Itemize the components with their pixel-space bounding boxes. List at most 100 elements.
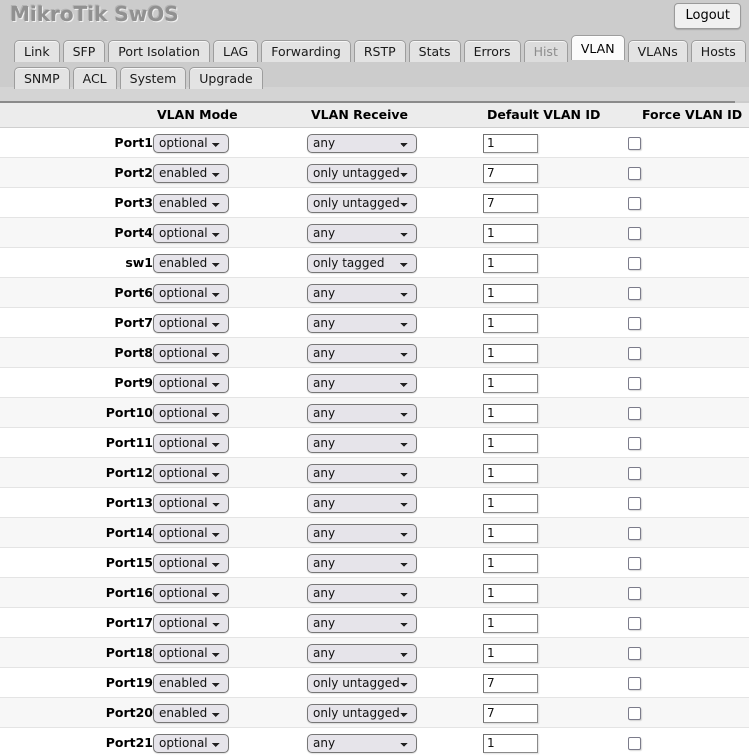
vlan-receive-select[interactable]: anyonly taggedonly untagged bbox=[307, 283, 417, 303]
tab-upgrade[interactable]: Upgrade bbox=[189, 67, 263, 89]
vlan-mode-select[interactable]: disabledoptionalenabledstrict bbox=[153, 373, 229, 393]
default-vlan-id-input[interactable] bbox=[483, 133, 538, 153]
vlan-receive-select[interactable]: anyonly taggedonly untagged bbox=[307, 433, 417, 453]
vlan-receive-select[interactable]: anyonly taggedonly untagged bbox=[307, 403, 417, 423]
vlan-mode-select[interactable]: disabledoptionalenabledstrict bbox=[153, 703, 229, 723]
force-vlan-id-checkbox[interactable] bbox=[628, 466, 641, 480]
force-vlan-id-checkbox[interactable] bbox=[628, 736, 641, 750]
vlan-mode-select[interactable]: disabledoptionalenabledstrict bbox=[153, 193, 229, 213]
force-vlan-id-checkbox[interactable] bbox=[628, 376, 641, 390]
tab-rstp[interactable]: RSTP bbox=[353, 40, 406, 62]
vlan-mode-select[interactable]: disabledoptionalenabledstrict bbox=[153, 523, 229, 543]
vlan-mode-select[interactable]: disabledoptionalenabledstrict bbox=[153, 433, 229, 453]
tab-errors[interactable]: Errors bbox=[463, 40, 521, 62]
default-vlan-id-input[interactable] bbox=[483, 463, 538, 483]
default-vlan-id-input[interactable] bbox=[483, 373, 538, 393]
force-vlan-id-checkbox[interactable] bbox=[628, 256, 641, 270]
vlan-receive-select[interactable]: anyonly taggedonly untagged bbox=[307, 643, 417, 663]
default-vlan-id-input[interactable] bbox=[483, 313, 538, 333]
force-vlan-id-checkbox[interactable] bbox=[628, 196, 641, 210]
vlan-mode-select[interactable]: disabledoptionalenabledstrict bbox=[153, 553, 229, 573]
vlan-receive-select[interactable]: anyonly taggedonly untagged bbox=[307, 733, 417, 753]
force-vlan-id-checkbox[interactable] bbox=[628, 706, 641, 720]
default-vlan-id-input[interactable] bbox=[483, 163, 538, 183]
vlan-receive-select[interactable]: anyonly taggedonly untagged bbox=[307, 523, 417, 543]
vlan-mode-select[interactable]: disabledoptionalenabledstrict bbox=[153, 673, 229, 693]
tab-vlan[interactable]: VLAN bbox=[570, 35, 625, 60]
default-vlan-id-input[interactable] bbox=[483, 433, 538, 453]
force-vlan-id-checkbox[interactable] bbox=[628, 526, 641, 540]
force-vlan-id-checkbox[interactable] bbox=[628, 346, 641, 360]
vlan-receive-select[interactable]: anyonly taggedonly untagged bbox=[307, 313, 417, 333]
vlan-receive-select[interactable]: anyonly taggedonly untagged bbox=[307, 493, 417, 513]
default-vlan-id-input[interactable] bbox=[483, 583, 538, 603]
vlan-receive-select[interactable]: anyonly taggedonly untagged bbox=[307, 553, 417, 573]
vlan-receive-select[interactable]: anyonly taggedonly untagged bbox=[307, 223, 417, 243]
vlan-mode-select[interactable]: disabledoptionalenabledstrict bbox=[153, 463, 229, 483]
default-vlan-id-input[interactable] bbox=[483, 193, 538, 213]
default-vlan-id-input[interactable] bbox=[483, 703, 538, 723]
vlan-mode-select[interactable]: disabledoptionalenabledstrict bbox=[153, 493, 229, 513]
tab-lag[interactable]: LAG bbox=[212, 40, 259, 62]
force-vlan-id-checkbox[interactable] bbox=[628, 226, 641, 240]
vlan-receive-select[interactable]: anyonly taggedonly untagged bbox=[307, 253, 417, 273]
force-vlan-id-checkbox[interactable] bbox=[628, 286, 641, 300]
default-vlan-id-input[interactable] bbox=[483, 223, 538, 243]
default-vlan-id-input[interactable] bbox=[483, 523, 538, 543]
vlan-receive-select[interactable]: anyonly taggedonly untagged bbox=[307, 583, 417, 603]
default-vlan-id-input[interactable] bbox=[483, 613, 538, 633]
default-vlan-id-input[interactable] bbox=[483, 553, 538, 573]
force-vlan-id-checkbox[interactable] bbox=[628, 316, 641, 330]
vlan-receive-select[interactable]: anyonly taggedonly untagged bbox=[307, 133, 417, 153]
tab-snmp[interactable]: SNMP bbox=[14, 67, 70, 89]
vlan-receive-select[interactable]: anyonly taggedonly untagged bbox=[307, 373, 417, 393]
vlan-mode-select[interactable]: disabledoptionalenabledstrict bbox=[153, 583, 229, 603]
default-vlan-id-input[interactable] bbox=[483, 343, 538, 363]
vlan-mode-select[interactable]: disabledoptionalenabledstrict bbox=[153, 133, 229, 153]
force-vlan-id-checkbox[interactable] bbox=[628, 166, 641, 180]
tab-stats[interactable]: Stats bbox=[408, 40, 461, 62]
vlan-receive-select[interactable]: anyonly taggedonly untagged bbox=[307, 163, 417, 183]
force-vlan-id-checkbox[interactable] bbox=[628, 616, 641, 630]
force-vlan-id-checkbox[interactable] bbox=[628, 406, 641, 420]
vlan-mode-select[interactable]: disabledoptionalenabledstrict bbox=[153, 313, 229, 333]
tab-hist[interactable]: Hist bbox=[523, 40, 568, 62]
default-vlan-id-input[interactable] bbox=[483, 643, 538, 663]
tab-system[interactable]: System bbox=[119, 67, 187, 89]
force-vlan-id-checkbox[interactable] bbox=[628, 136, 641, 150]
vlan-receive-select[interactable]: anyonly taggedonly untagged bbox=[307, 463, 417, 483]
vlan-mode-select[interactable]: disabledoptionalenabledstrict bbox=[153, 733, 229, 753]
force-vlan-id-checkbox[interactable] bbox=[628, 496, 641, 510]
vlan-receive-select[interactable]: anyonly taggedonly untagged bbox=[307, 703, 417, 723]
default-vlan-id-input[interactable] bbox=[483, 403, 538, 423]
vlan-mode-select[interactable]: disabledoptionalenabledstrict bbox=[153, 643, 229, 663]
vlan-mode-select[interactable]: disabledoptionalenabledstrict bbox=[153, 163, 229, 183]
force-vlan-id-checkbox[interactable] bbox=[628, 676, 641, 690]
default-vlan-id-input[interactable] bbox=[483, 673, 538, 693]
default-vlan-id-input[interactable] bbox=[483, 493, 538, 513]
force-vlan-id-checkbox[interactable] bbox=[628, 586, 641, 600]
tab-forwarding[interactable]: Forwarding bbox=[261, 40, 351, 62]
tab-hosts[interactable]: Hosts bbox=[690, 40, 746, 62]
tab-acl[interactable]: ACL bbox=[72, 67, 117, 89]
vlan-mode-select[interactable]: disabledoptionalenabledstrict bbox=[153, 343, 229, 363]
logout-button[interactable]: Logout bbox=[674, 3, 741, 29]
force-vlan-id-checkbox[interactable] bbox=[628, 646, 641, 660]
vlan-mode-select[interactable]: disabledoptionalenabledstrict bbox=[153, 283, 229, 303]
vlan-mode-select[interactable]: disabledoptionalenabledstrict bbox=[153, 613, 229, 633]
default-vlan-id-input[interactable] bbox=[483, 253, 538, 273]
default-vlan-id-input[interactable] bbox=[483, 733, 538, 753]
tab-link[interactable]: Link bbox=[14, 40, 60, 62]
force-vlan-id-checkbox[interactable] bbox=[628, 436, 641, 450]
vlan-receive-select[interactable]: anyonly taggedonly untagged bbox=[307, 673, 417, 693]
tab-vlans[interactable]: VLANs bbox=[627, 40, 688, 62]
vlan-receive-select[interactable]: anyonly taggedonly untagged bbox=[307, 343, 417, 363]
vlan-mode-select[interactable]: disabledoptionalenabledstrict bbox=[153, 223, 229, 243]
vlan-receive-select[interactable]: anyonly taggedonly untagged bbox=[307, 193, 417, 213]
default-vlan-id-input[interactable] bbox=[483, 283, 538, 303]
force-vlan-id-checkbox[interactable] bbox=[628, 556, 641, 570]
tab-sfp[interactable]: SFP bbox=[62, 40, 106, 62]
vlan-mode-select[interactable]: disabledoptionalenabledstrict bbox=[153, 403, 229, 423]
vlan-receive-select[interactable]: anyonly taggedonly untagged bbox=[307, 613, 417, 633]
tab-port-isolation[interactable]: Port Isolation bbox=[108, 40, 210, 62]
